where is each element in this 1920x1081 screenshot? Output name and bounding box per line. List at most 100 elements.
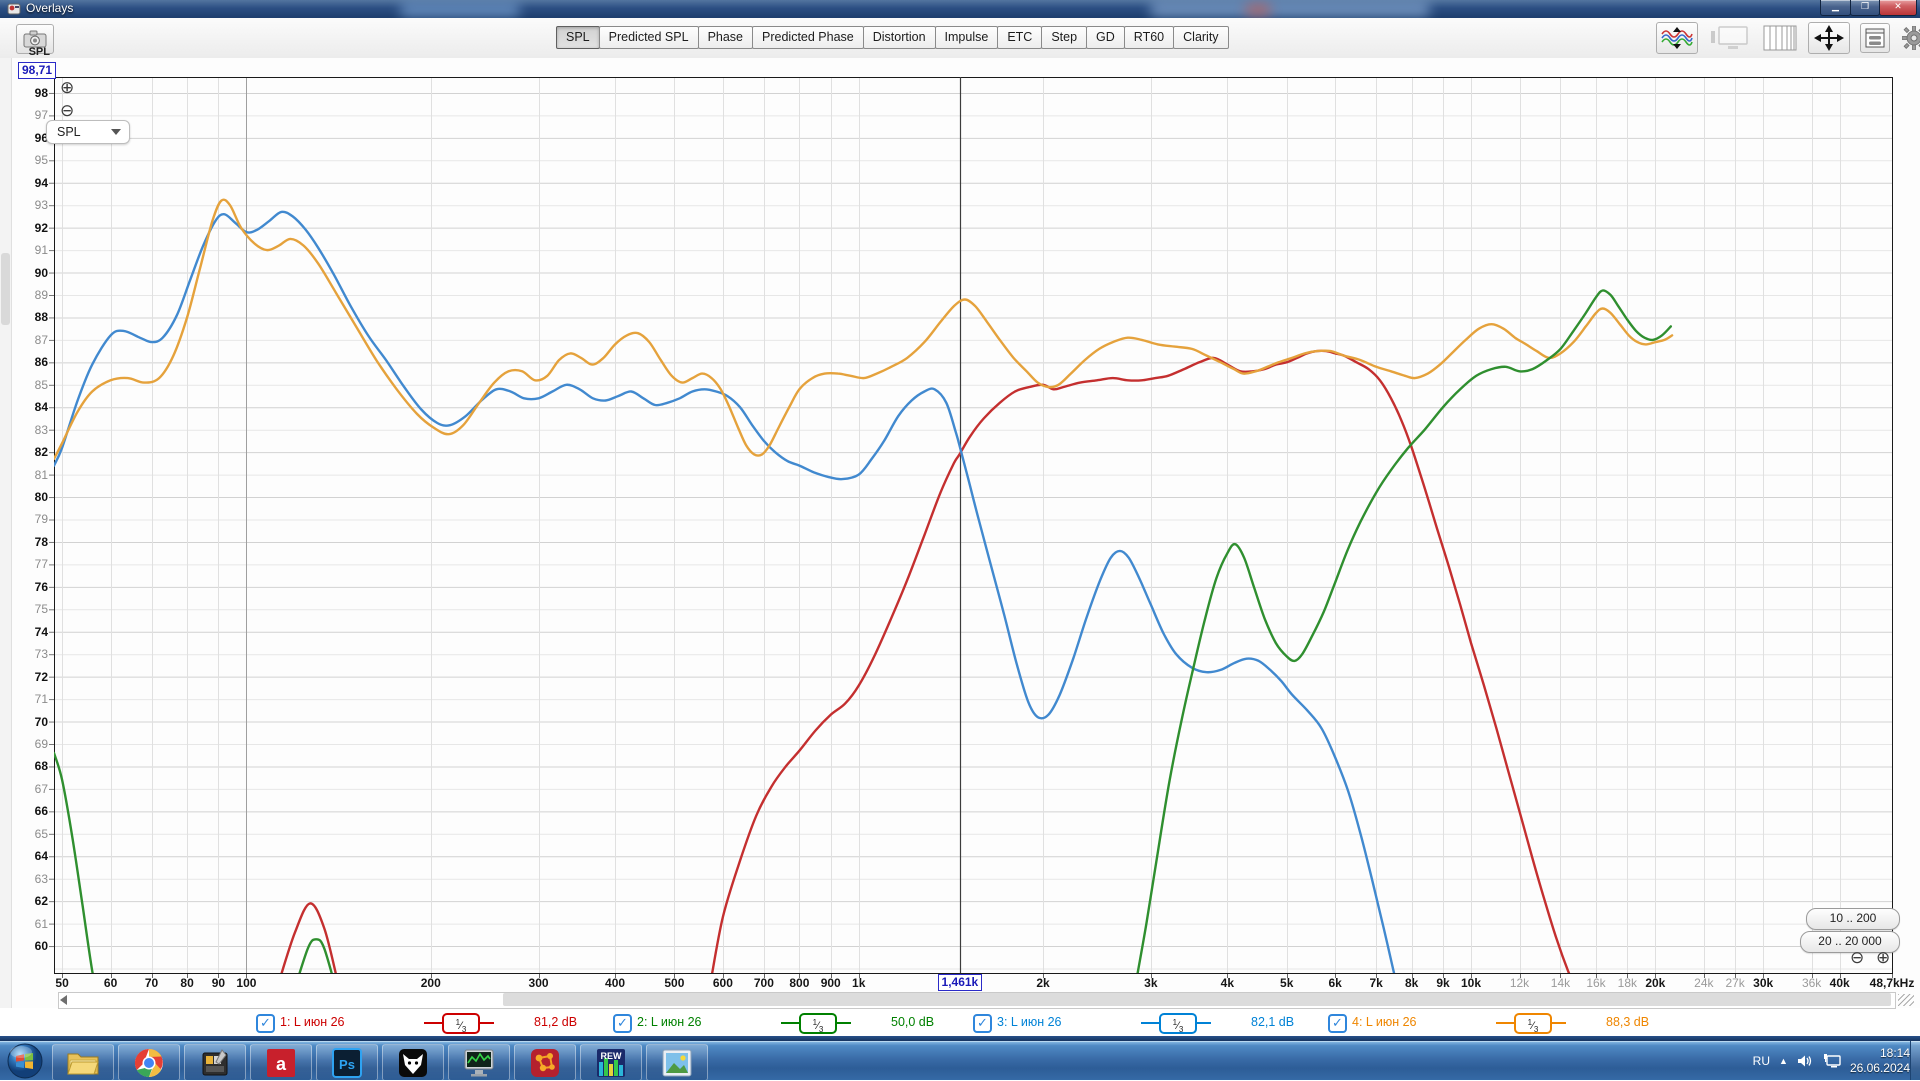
overlay-type-dropdown[interactable]: SPL	[46, 120, 130, 144]
legend-checkbox-4[interactable]: ✓	[1328, 1014, 1347, 1033]
range-button-10-200[interactable]: 10 .. 200	[1806, 908, 1900, 930]
taskbar-button-analyzer[interactable]	[448, 1044, 510, 1081]
x-tick-label: 3k	[1109, 976, 1193, 990]
taskbar-button-amd[interactable]: a	[250, 1044, 312, 1081]
clock[interactable]: 18:14 26.06.2024	[1850, 1046, 1910, 1076]
curve-2	[54, 753, 99, 1002]
tray-date: 26.06.2024	[1850, 1061, 1910, 1076]
y-tick-label: 72	[6, 671, 48, 683]
vertical-scrollbar-thumb[interactable]	[1, 253, 10, 325]
x-zoom-in-icon[interactable]: ⊕	[1876, 950, 1890, 966]
y-tick-label: 86	[6, 356, 48, 368]
svg-text:a: a	[276, 1054, 287, 1074]
y-tick-label: 68	[6, 760, 48, 772]
y-tick-label: 79	[6, 513, 48, 525]
cursor-frequency-readout: 1,461k	[938, 974, 983, 991]
curve-4	[54, 200, 1672, 459]
y-tick-label: 88	[6, 311, 48, 323]
language-indicator[interactable]: RU	[1753, 1054, 1770, 1068]
x-tick-label: 48,7kHz	[1850, 976, 1920, 990]
hidden-icons-arrow[interactable]: ▲	[1779, 1056, 1788, 1066]
legend-level-value: 88,3 dB	[1606, 1015, 1649, 1029]
legend-level-value: 81,2 dB	[534, 1015, 577, 1029]
legend-entry-1: ✓ 1: L июн 26 1⁄3 81,2 dB	[256, 1012, 613, 1034]
x-tick-label: 200	[389, 976, 473, 990]
legend-checkbox-3[interactable]: ✓	[973, 1014, 992, 1033]
y-tick-label: 93	[6, 199, 48, 211]
y-tick-label: 63	[6, 873, 48, 885]
smoothing-label: 1⁄3	[442, 1013, 480, 1034]
foobar-icon	[398, 1048, 428, 1078]
svg-text:Ps: Ps	[339, 1057, 355, 1072]
y-tick-label: 61	[6, 918, 48, 930]
taskbar-button-image-viewer[interactable]	[646, 1044, 708, 1081]
y-tick-label: 98	[6, 87, 48, 99]
y-tick-label: 65	[6, 828, 48, 840]
taskbar-button-rew[interactable]: REW	[580, 1044, 642, 1081]
smoothing-label: 1⁄3	[1159, 1013, 1197, 1034]
y-tick-label: 97	[6, 109, 48, 121]
cursor-db-readout: 98,71	[18, 62, 56, 79]
y-axis-title: SPL	[8, 46, 50, 58]
legend-checkbox-1[interactable]: ✓	[256, 1014, 275, 1033]
analyzer-icon	[463, 1048, 495, 1078]
taskbar-button-chrome[interactable]	[118, 1044, 180, 1081]
legend-trace-name: 4: L июн 26	[1352, 1015, 1417, 1029]
y-tick-label: 83	[6, 424, 48, 436]
zoom-out-icon[interactable]: ⊖	[60, 103, 74, 119]
start-orb-icon	[6, 1042, 44, 1080]
y-tick-label: 69	[6, 738, 48, 750]
legend-entry-2: ✓2: L июн 261⁄350,0 dB	[613, 1012, 970, 1034]
taskbar-button-explorer[interactable]	[52, 1044, 114, 1081]
y-tick-label: 94	[6, 177, 48, 189]
legend-checkbox-2[interactable]: ✓	[613, 1014, 632, 1033]
y-tick-label: 80	[6, 491, 48, 503]
y-tick-label: 71	[6, 693, 48, 705]
y-tick-label: 81	[6, 469, 48, 481]
taskbar-button-cabinet[interactable]	[184, 1044, 246, 1081]
explorer-icon	[67, 1050, 99, 1076]
y-tick-label: 66	[6, 805, 48, 817]
legend-entry-4: ✓ 4: L июн 26 1⁄3 88,3 dB	[1328, 1012, 1685, 1034]
smoothing-button-4[interactable]: 1⁄3	[1478, 1013, 1588, 1033]
system-tray: RU ▲ 18:14 26.06.2024	[1753, 1041, 1910, 1080]
rew-icon: REW	[596, 1048, 626, 1078]
x-tick-label: 2k	[1001, 976, 1085, 990]
window-resize-grip[interactable]	[1898, 994, 1914, 1006]
taskbar-button-photoshop[interactable]: Ps	[316, 1044, 378, 1081]
dropdown-value: SPL	[57, 125, 81, 139]
taskbar-button-foobar[interactable]	[382, 1044, 444, 1081]
amd-icon: a	[266, 1048, 296, 1078]
vertical-scrollbar[interactable]	[0, 58, 12, 1008]
chrome-icon	[134, 1048, 164, 1078]
y-tick-label: 76	[6, 581, 48, 593]
cabinet-icon	[200, 1048, 230, 1078]
photoshop-icon: Ps	[332, 1048, 362, 1078]
y-tick-label: 64	[6, 850, 48, 862]
svg-text:REW: REW	[601, 1051, 623, 1061]
legend-entry-3: ✓3: L июн 261⁄382,1 dB	[973, 1012, 1330, 1034]
speaker-icon[interactable]	[1797, 1054, 1814, 1068]
y-tick-label: 73	[6, 648, 48, 660]
y-tick-label: 75	[6, 603, 48, 615]
y-tick-label: 67	[6, 783, 48, 795]
x-zoom-out-icon[interactable]: ⊖	[1850, 950, 1864, 966]
legend-trace-name: 1: L июн 26	[280, 1015, 345, 1029]
taskbar-button-molecule[interactable]	[514, 1044, 576, 1081]
y-tick-label: 92	[6, 222, 48, 234]
x-tick-label: 100	[204, 976, 288, 990]
zoom-in-icon[interactable]: ⊕	[60, 80, 74, 96]
network-icon[interactable]	[1823, 1053, 1841, 1068]
y-tick-label: 62	[6, 895, 48, 907]
measurement-legend: ✓ 1: L июн 26 1⁄3 81,2 dB ✓2: L июн 261⁄350,…	[0, 1010, 1920, 1036]
smoothing-button-1[interactable]: 1⁄3	[406, 1013, 516, 1033]
horizontal-scrollbar-thumb[interactable]	[503, 993, 1891, 1006]
y-tick-label: 70	[6, 716, 48, 728]
scroll-left-arrow-icon[interactable]	[60, 995, 67, 1005]
show-desktop-button[interactable]	[1910, 1041, 1920, 1080]
horizontal-scrollbar[interactable]	[58, 992, 1896, 1009]
smoothing-button-3[interactable]: 1⁄3	[1123, 1013, 1233, 1033]
smoothing-button-2[interactable]: 1⁄3	[763, 1013, 873, 1033]
start-button[interactable]	[2, 1041, 48, 1080]
y-tick-label: 89	[6, 289, 48, 301]
